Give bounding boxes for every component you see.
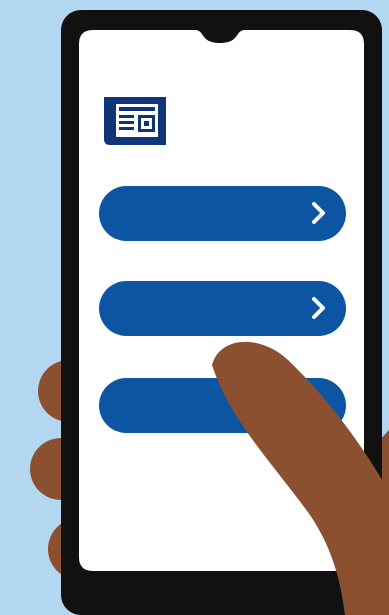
phone-in-hand-illustration <box>0 0 389 615</box>
menu-button-1[interactable] <box>99 186 346 241</box>
menu-button-2[interactable] <box>99 281 346 336</box>
news-icon <box>104 97 166 145</box>
